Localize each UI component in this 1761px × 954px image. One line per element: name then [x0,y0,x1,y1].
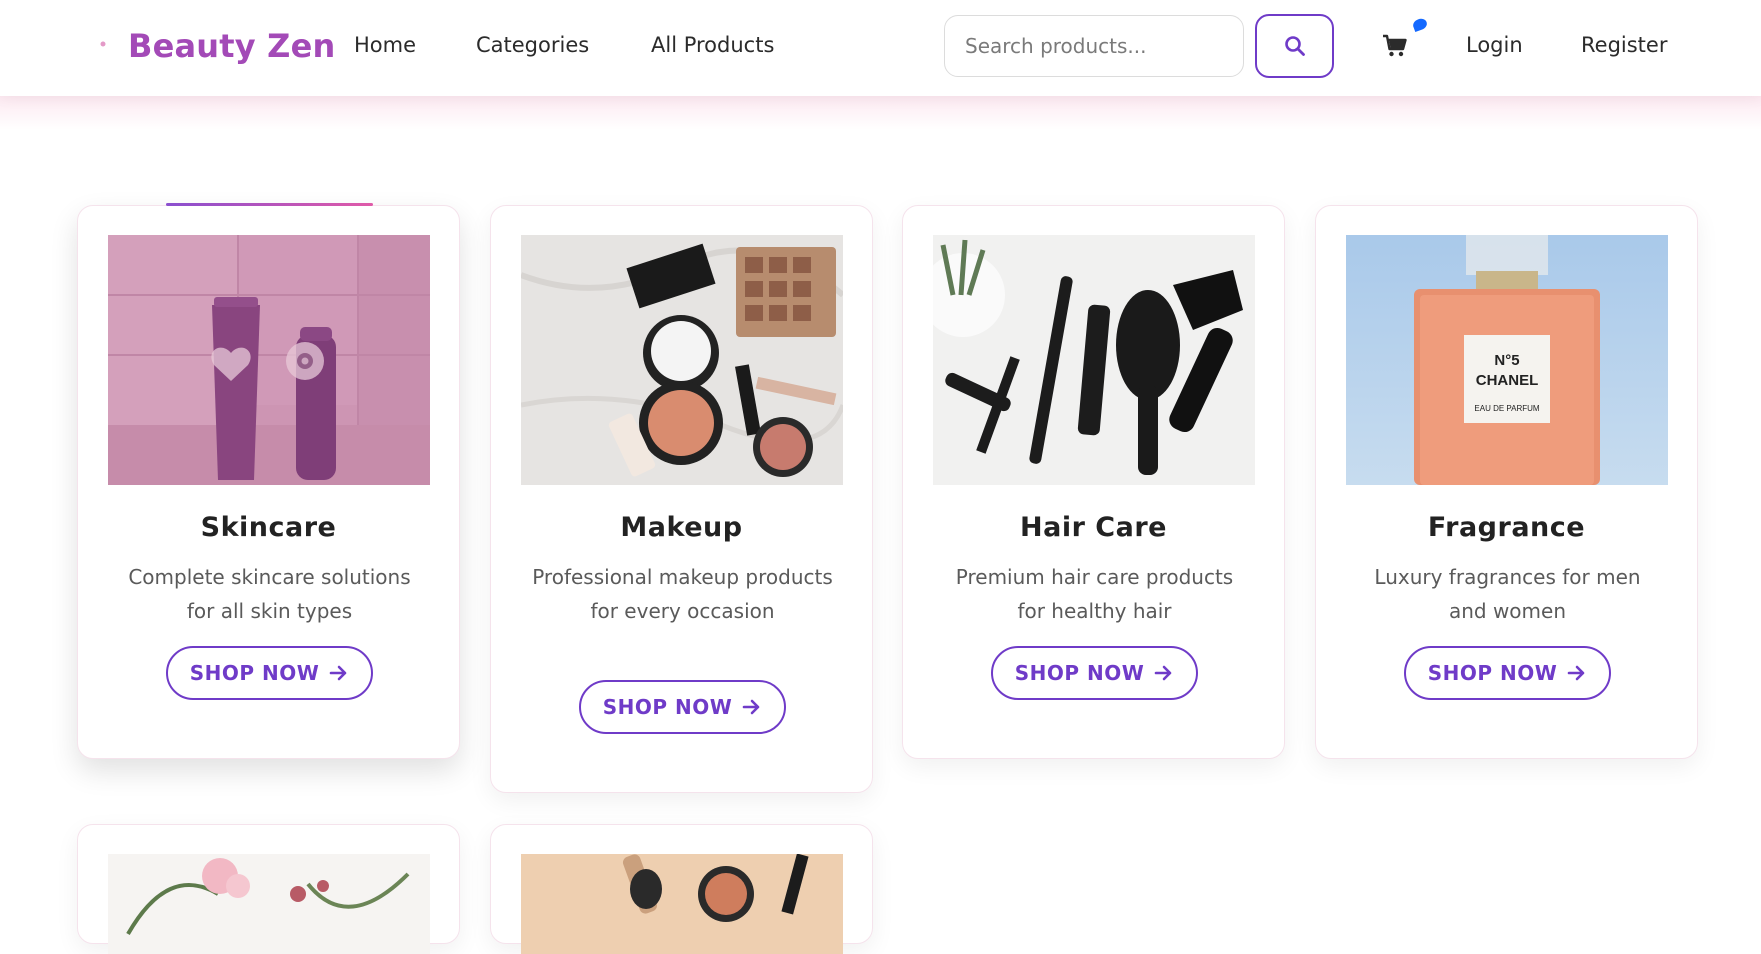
navbar: Beauty Zen Home Categories All Products … [0,0,1761,96]
search-button[interactable] [1255,14,1334,78]
register-link[interactable]: Register [1581,30,1667,60]
nav-home[interactable]: Home [354,30,416,60]
login-link[interactable]: Login [1466,30,1523,60]
fragrance-label-brand: CHANEL [1476,372,1539,389]
hero-fade [0,96,1761,130]
search-input[interactable] [944,15,1244,77]
category-description: Luxury fragrances for men and women [1374,565,1641,623]
category-card-partial-1[interactable] [77,824,460,954]
category-image-skincare [108,235,430,485]
eye-icon [286,342,324,380]
category-image-makeup [521,235,843,485]
category-card-hair-care[interactable]: Hair Care Premium hair care products for… [902,205,1285,759]
arrow-right-icon [742,699,760,715]
nav-all-products[interactable]: All Products [651,30,774,60]
arrow-right-icon [329,665,347,681]
category-image-floral [108,854,430,954]
logo-icon [94,36,106,52]
category-image-fragrance: N°5 CHANEL EAU DE PARFUM [1346,235,1668,485]
category-description: Premium hair care products for healthy h… [955,565,1234,623]
shop-now-button[interactable]: SHOP NOW [579,680,786,734]
shop-now-label: SHOP NOW [189,661,320,685]
nav-categories[interactable]: Categories [476,30,589,60]
shop-now-label: SHOP NOW [602,695,733,719]
card-accent-bar [166,203,373,206]
cart-icon[interactable] [1382,33,1408,59]
search-icon [1284,36,1305,56]
category-card-partial-2[interactable] [490,824,873,954]
category-title: Fragrance [1427,512,1586,543]
shop-now-button[interactable]: SHOP NOW [1404,646,1611,700]
arrow-right-icon [1567,665,1585,681]
category-card-skincare[interactable]: Skincare Complete skincare solutions for… [77,203,460,759]
category-image-hair-care [933,235,1255,485]
category-description: Complete skincare solutions for all skin… [128,565,411,623]
cart-badge [1411,16,1429,33]
category-image-makeup-tools [521,854,843,954]
shop-now-label: SHOP NOW [1014,661,1145,685]
shop-now-label: SHOP NOW [1427,661,1558,685]
category-description: Professional makeup products for every o… [532,565,833,623]
category-card-fragrance[interactable]: N°5 CHANEL EAU DE PARFUM Fragrance Luxur… [1315,205,1698,759]
arrow-right-icon [1154,665,1172,681]
category-title: Hair Care [1020,512,1167,543]
shop-now-button[interactable]: SHOP NOW [991,646,1198,700]
category-title: Skincare [200,512,337,543]
shop-now-button[interactable]: SHOP NOW [166,646,373,700]
fragrance-label-number: N°5 [1494,352,1519,369]
fragrance-label-type: EAU DE PARFUM [1474,404,1540,413]
category-card-makeup[interactable]: Makeup Professional makeup products for … [490,205,873,793]
brand-name[interactable]: Beauty Zen [128,24,335,68]
category-title: Makeup [620,512,743,543]
